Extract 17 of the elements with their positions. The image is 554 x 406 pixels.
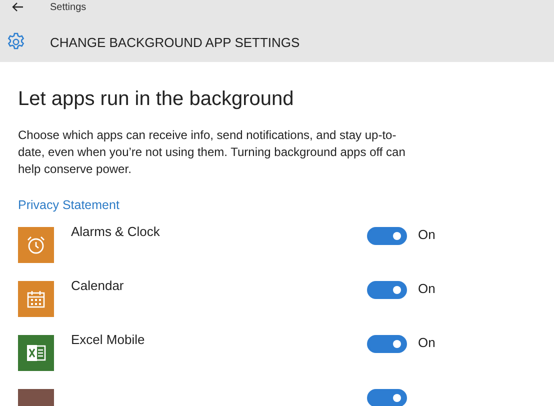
toggle-state: On xyxy=(418,281,436,296)
window-title: Settings xyxy=(50,2,86,12)
toggle-switch[interactable] xyxy=(367,335,407,353)
toggle-switch[interactable] xyxy=(367,389,407,406)
toggle-state: On xyxy=(418,335,436,350)
toggle-state: On xyxy=(418,227,436,242)
toggle-switch[interactable] xyxy=(367,281,407,299)
app-name: Excel Mobile xyxy=(71,332,146,347)
back-icon[interactable] xyxy=(12,2,24,12)
app-name: Calendar xyxy=(71,278,125,293)
privacy-statement-link[interactable]: Privacy Statement xyxy=(18,198,120,212)
section-heading: Let apps run in the background xyxy=(18,88,295,111)
toggle-switch[interactable] xyxy=(367,227,407,245)
settings-icon xyxy=(6,32,26,52)
app-name: Alarms & Clock xyxy=(71,224,161,239)
description: Choose which apps can receive info, send notifications, and stay up-to-date, even when you’re not using them. Turning background apps off can help conserve power. xyxy=(18,127,406,178)
page-title: CHANGE BACKGROUND APP SETTINGS xyxy=(50,34,300,50)
